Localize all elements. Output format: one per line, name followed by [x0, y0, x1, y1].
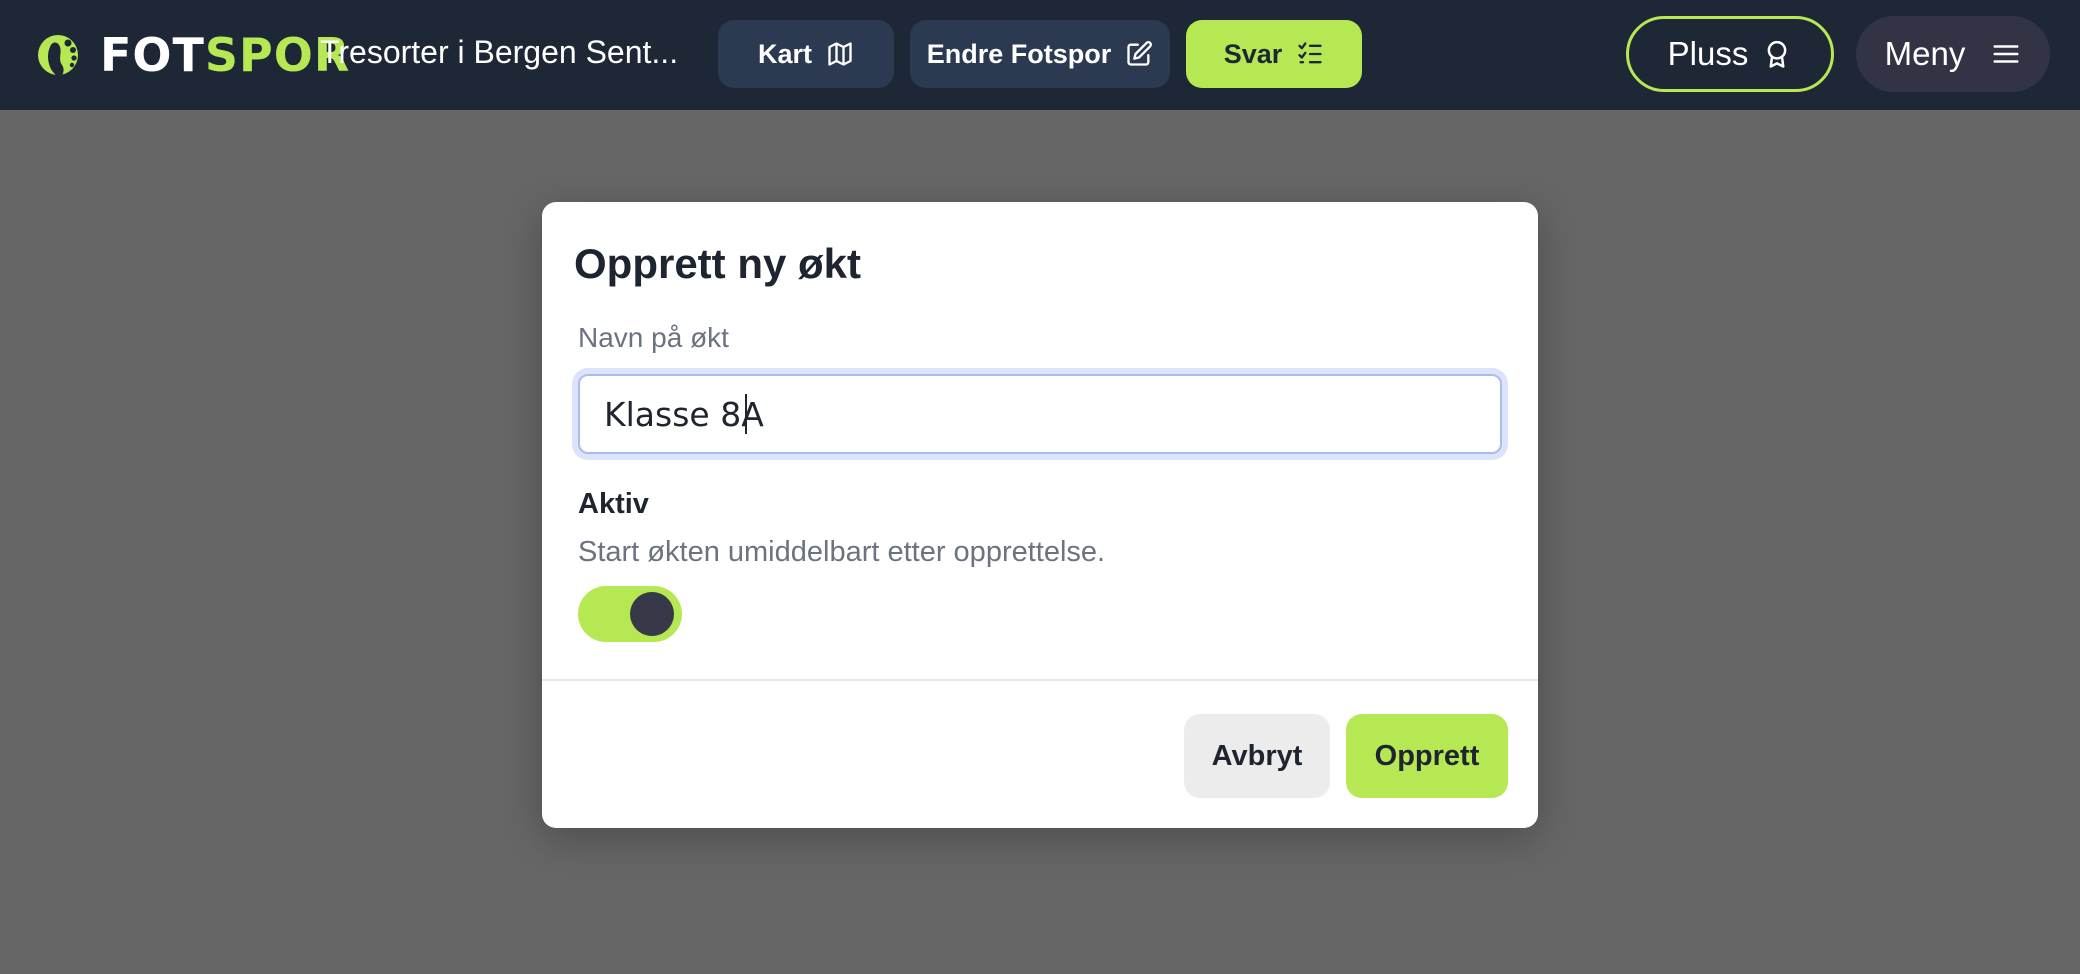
svar-button-label: Svar: [1223, 38, 1283, 69]
menu-icon: [1993, 45, 2019, 63]
session-name-input[interactable]: [578, 374, 1502, 454]
dialog-title: Opprett ny økt: [574, 240, 862, 287]
meny-button[interactable]: Meny: [1856, 16, 2050, 92]
create-session-dialog: Opprett ny økt Navn på økt Aktiv Start ø…: [542, 202, 1538, 828]
endre-fotspor-label: Endre Fotspor: [926, 38, 1112, 69]
logo-text-part1: FOT: [100, 28, 205, 82]
cancel-button[interactable]: Avbryt: [1184, 714, 1330, 798]
dialog-divider: [542, 679, 1538, 681]
fotspor-logo[interactable]: FOTSPOR: [36, 24, 350, 86]
aktiv-label: Aktiv: [578, 488, 649, 520]
endre-fotspor-button[interactable]: Endre Fotspor: [910, 20, 1170, 88]
session-name-label: Navn på økt: [578, 322, 729, 353]
svar-button[interactable]: Svar: [1186, 20, 1362, 88]
text-cursor: [745, 394, 747, 434]
pluss-button[interactable]: Pluss: [1626, 16, 1834, 92]
award-icon: [1767, 40, 1787, 68]
checklist-icon: [1298, 42, 1322, 64]
aktiv-description: Start økten umiddelbart etter opprettels…: [578, 536, 1106, 568]
pluss-button-label: Pluss: [1667, 35, 1749, 72]
kart-button[interactable]: Kart: [718, 20, 894, 88]
map-icon: [828, 42, 852, 66]
footprint-icon: [38, 35, 78, 77]
create-button[interactable]: Opprett: [1346, 714, 1508, 798]
page-title: Tresorter i Bergen Sent...: [320, 34, 679, 70]
aktiv-toggle[interactable]: [578, 586, 682, 642]
logo-wordmark: FOTSPOR: [100, 28, 350, 82]
kart-button-label: Kart: [757, 38, 812, 69]
edit-icon: [1127, 41, 1153, 66]
top-navigation-bar: FOTSPOR Tresorter i Bergen Sent... Kart …: [0, 0, 2080, 110]
meny-button-label: Meny: [1884, 35, 1966, 72]
toggle-knob: [630, 592, 674, 636]
